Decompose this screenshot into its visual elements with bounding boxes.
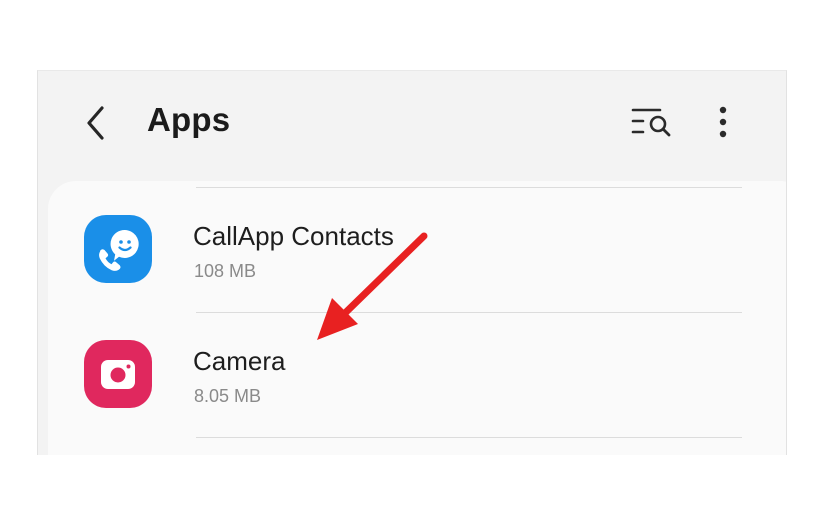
list-divider (196, 437, 742, 438)
apps-screen: Apps CallApp Contacts 108 MB Camera 8.05… (37, 70, 787, 455)
list-item-camera[interactable]: Camera 8.05 MB (38, 315, 786, 439)
back-button[interactable] (80, 103, 114, 143)
page-title: Apps (147, 101, 231, 138)
list-divider (196, 187, 742, 188)
callapp-icon (84, 215, 152, 283)
app-name: Camera (193, 346, 286, 376)
camera-icon (84, 340, 152, 408)
more-options-button[interactable] (708, 103, 738, 143)
chevron-left-icon (87, 106, 104, 140)
app-name: CallApp Contacts (193, 221, 394, 251)
filter-search-button[interactable] (630, 104, 674, 140)
filter-search-icon (631, 108, 671, 137)
list-divider (196, 312, 742, 313)
app-size: 108 MB (194, 261, 257, 281)
app-bar: Apps (38, 71, 786, 179)
more-vertical-icon (719, 106, 727, 138)
app-size: 8.05 MB (194, 386, 262, 406)
list-item-callapp[interactable]: CallApp Contacts 108 MB (38, 191, 786, 315)
